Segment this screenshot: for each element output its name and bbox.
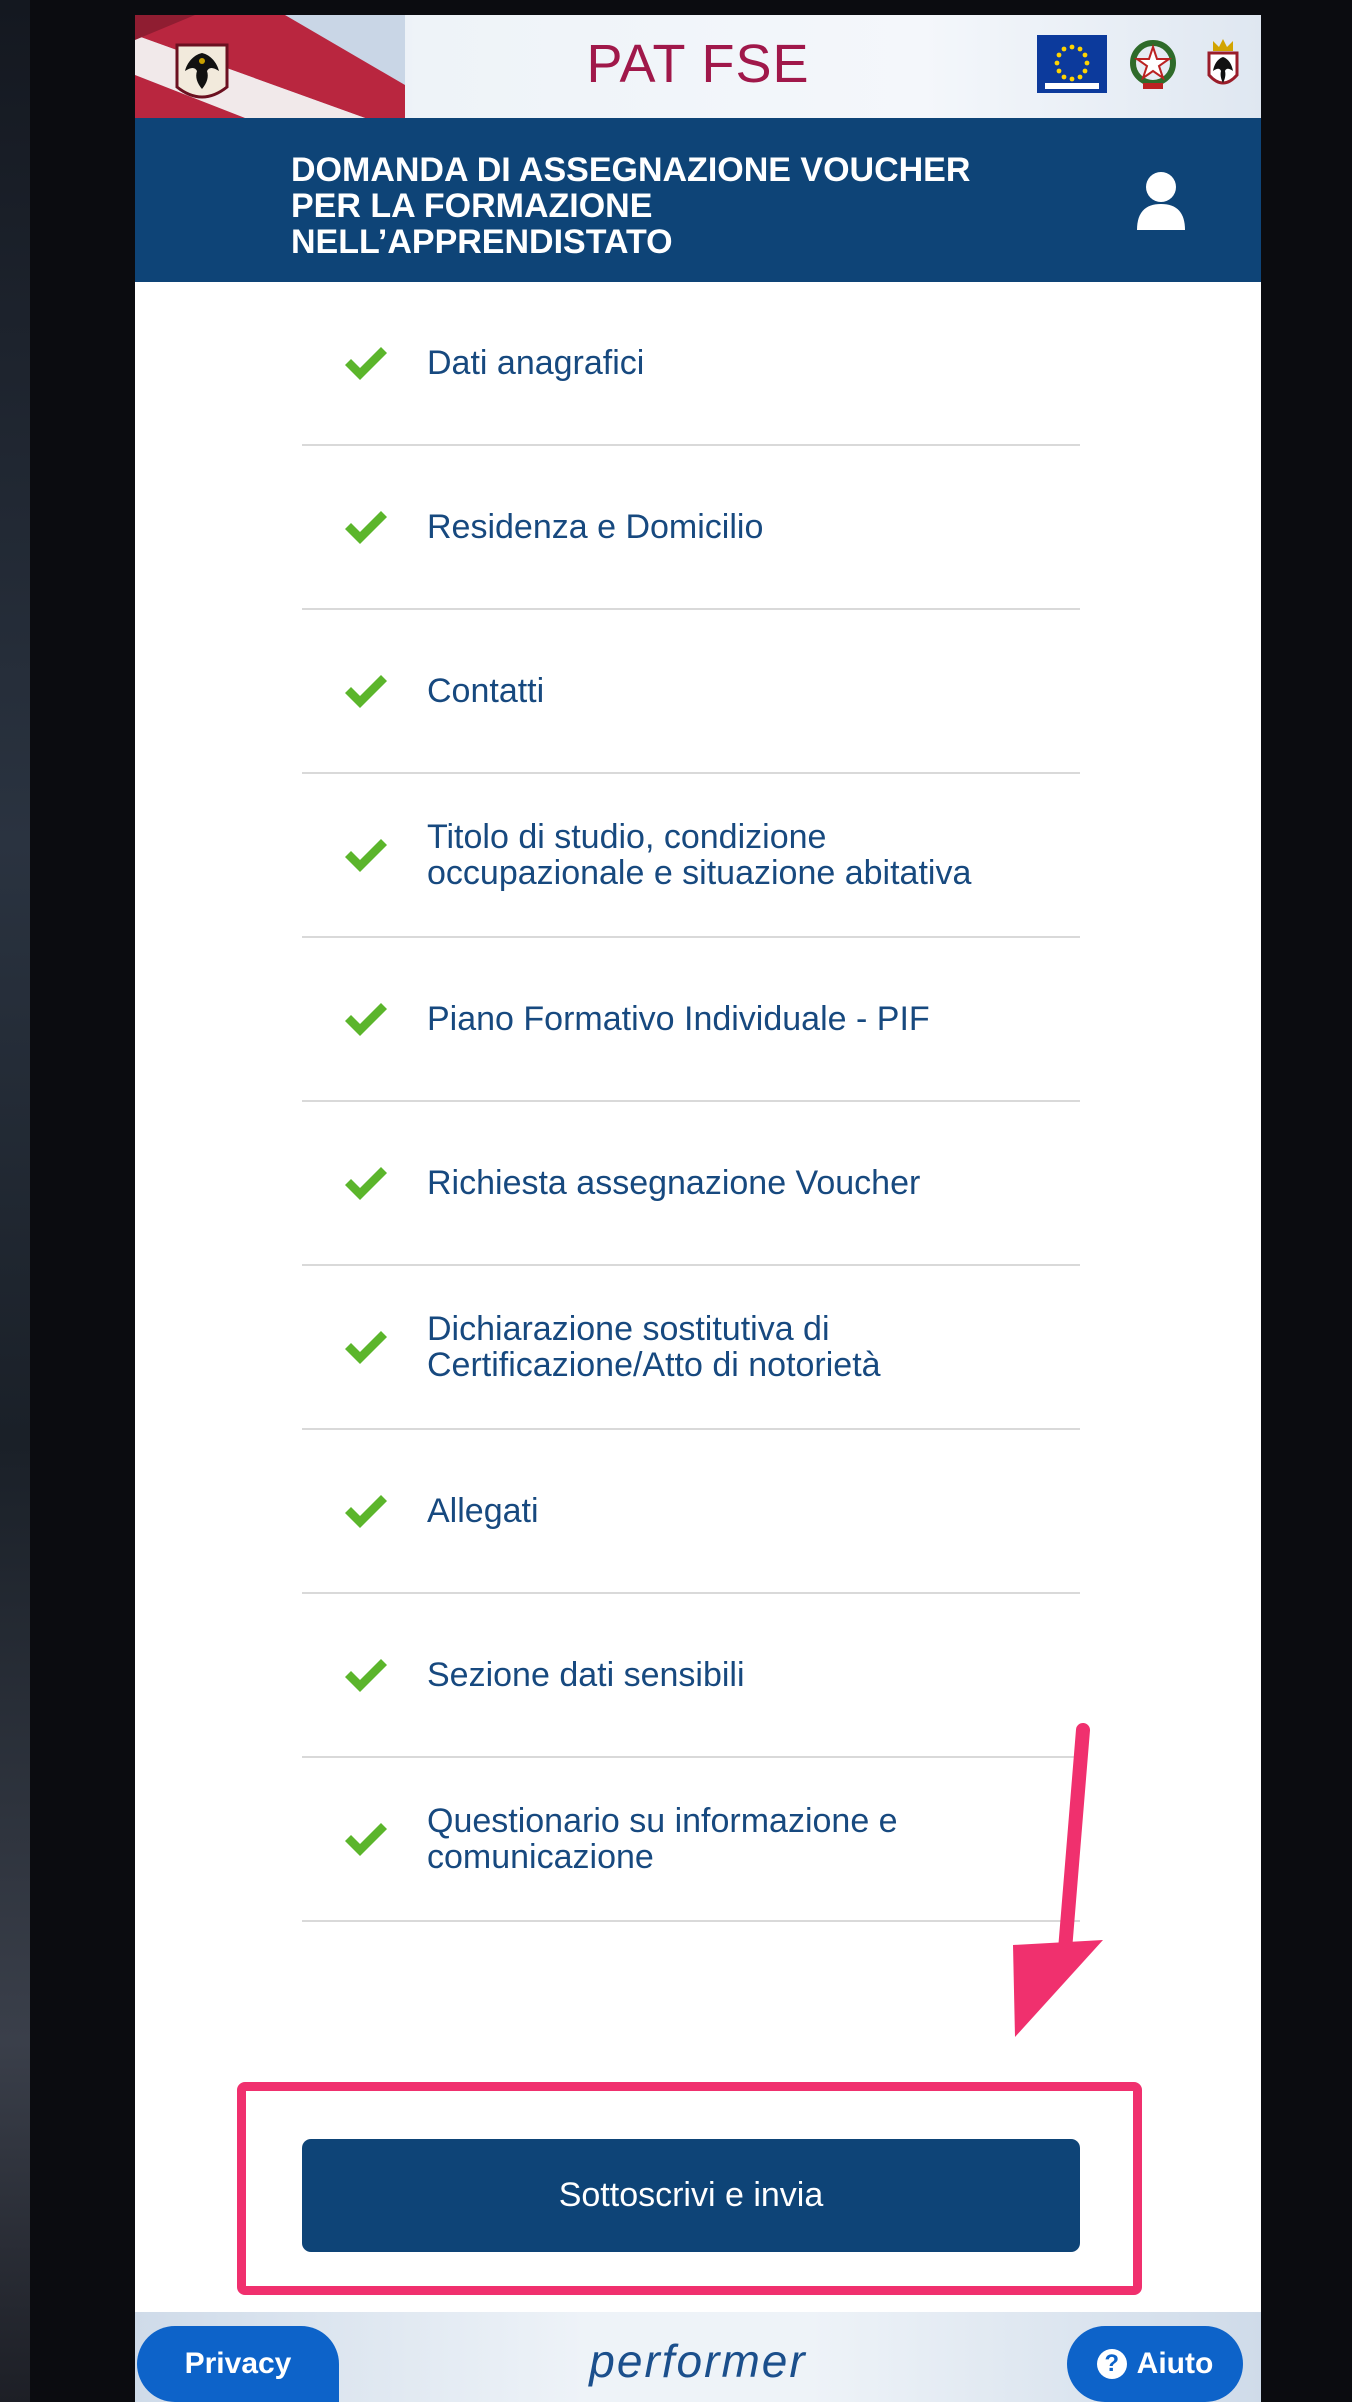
check-icon [345, 1495, 387, 1528]
step-titolo-studio[interactable]: Titolo di studio, condizione occupaziona… [302, 774, 1080, 938]
check-icon [345, 675, 387, 708]
step-label: Residenza e Domicilio [427, 508, 764, 546]
partner-logos [1037, 35, 1247, 93]
form-steps-list: Dati anagrafici Residenza e Domicilio Co… [302, 282, 1080, 1922]
step-residenza-domicilio[interactable]: Residenza e Domicilio [302, 446, 1080, 610]
step-label: Piano Formativo Individuale - PIF [427, 1000, 930, 1038]
step-allegati[interactable]: Allegati [302, 1430, 1080, 1594]
step-label: Sezione dati sensibili [427, 1656, 745, 1694]
check-icon [345, 839, 387, 872]
step-label: Titolo di studio, condizione occupaziona… [427, 818, 972, 892]
italy-emblem-icon [1129, 35, 1177, 93]
app-page: PAT FSE DOMANDA DI ASSEGNAZIONE VOUCHER … [135, 15, 1261, 2402]
check-icon [345, 1167, 387, 1200]
step-label: Questionario su informazione e comunicaz… [427, 1802, 898, 1876]
screen-frame [0, 0, 30, 2402]
check-icon [345, 1823, 387, 1856]
submit-and-send-button[interactable]: Sottoscrivi e invia [302, 2139, 1080, 2252]
footer-bar: Privacy performer ? Aiuto [135, 2312, 1261, 2402]
top-brand-bar: PAT FSE [135, 15, 1261, 118]
trentino-crest-icon [1199, 35, 1247, 93]
step-dichiarazione-sostitutiva[interactable]: Dichiarazione sostitutiva di Certificazi… [302, 1266, 1080, 1430]
help-icon: ? [1096, 2349, 1127, 2379]
step-piano-formativo[interactable]: Piano Formativo Individuale - PIF [302, 938, 1080, 1102]
user-icon[interactable] [1135, 170, 1187, 232]
check-icon [345, 1659, 387, 1692]
step-label: Dichiarazione sostitutiva di Certificazi… [427, 1310, 881, 1384]
check-icon [345, 347, 387, 380]
step-richiesta-voucher[interactable]: Richiesta assegnazione Voucher [302, 1102, 1080, 1266]
step-dati-anagrafici[interactable]: Dati anagrafici [302, 282, 1080, 446]
step-label: Contatti [427, 672, 545, 710]
form-title-bar: DOMANDA DI ASSEGNAZIONE VOUCHER PER LA F… [135, 118, 1261, 282]
step-questionario[interactable]: Questionario su informazione e comunicaz… [302, 1758, 1080, 1922]
help-button[interactable]: ? Aiuto [1067, 2326, 1243, 2402]
step-label: Richiesta assegnazione Voucher [427, 1164, 921, 1202]
check-icon [345, 1331, 387, 1364]
form-title: DOMANDA DI ASSEGNAZIONE VOUCHER PER LA F… [291, 151, 971, 261]
step-contatti[interactable]: Contatti [302, 610, 1080, 774]
step-dati-sensibili[interactable]: Sezione dati sensibili [302, 1594, 1080, 1758]
check-icon [345, 1003, 387, 1036]
help-label: Aiuto [1136, 2347, 1214, 2380]
check-icon [345, 511, 387, 544]
step-label: Allegati [427, 1492, 539, 1530]
step-label: Dati anagrafici [427, 344, 645, 382]
eu-flag-icon [1037, 35, 1107, 93]
